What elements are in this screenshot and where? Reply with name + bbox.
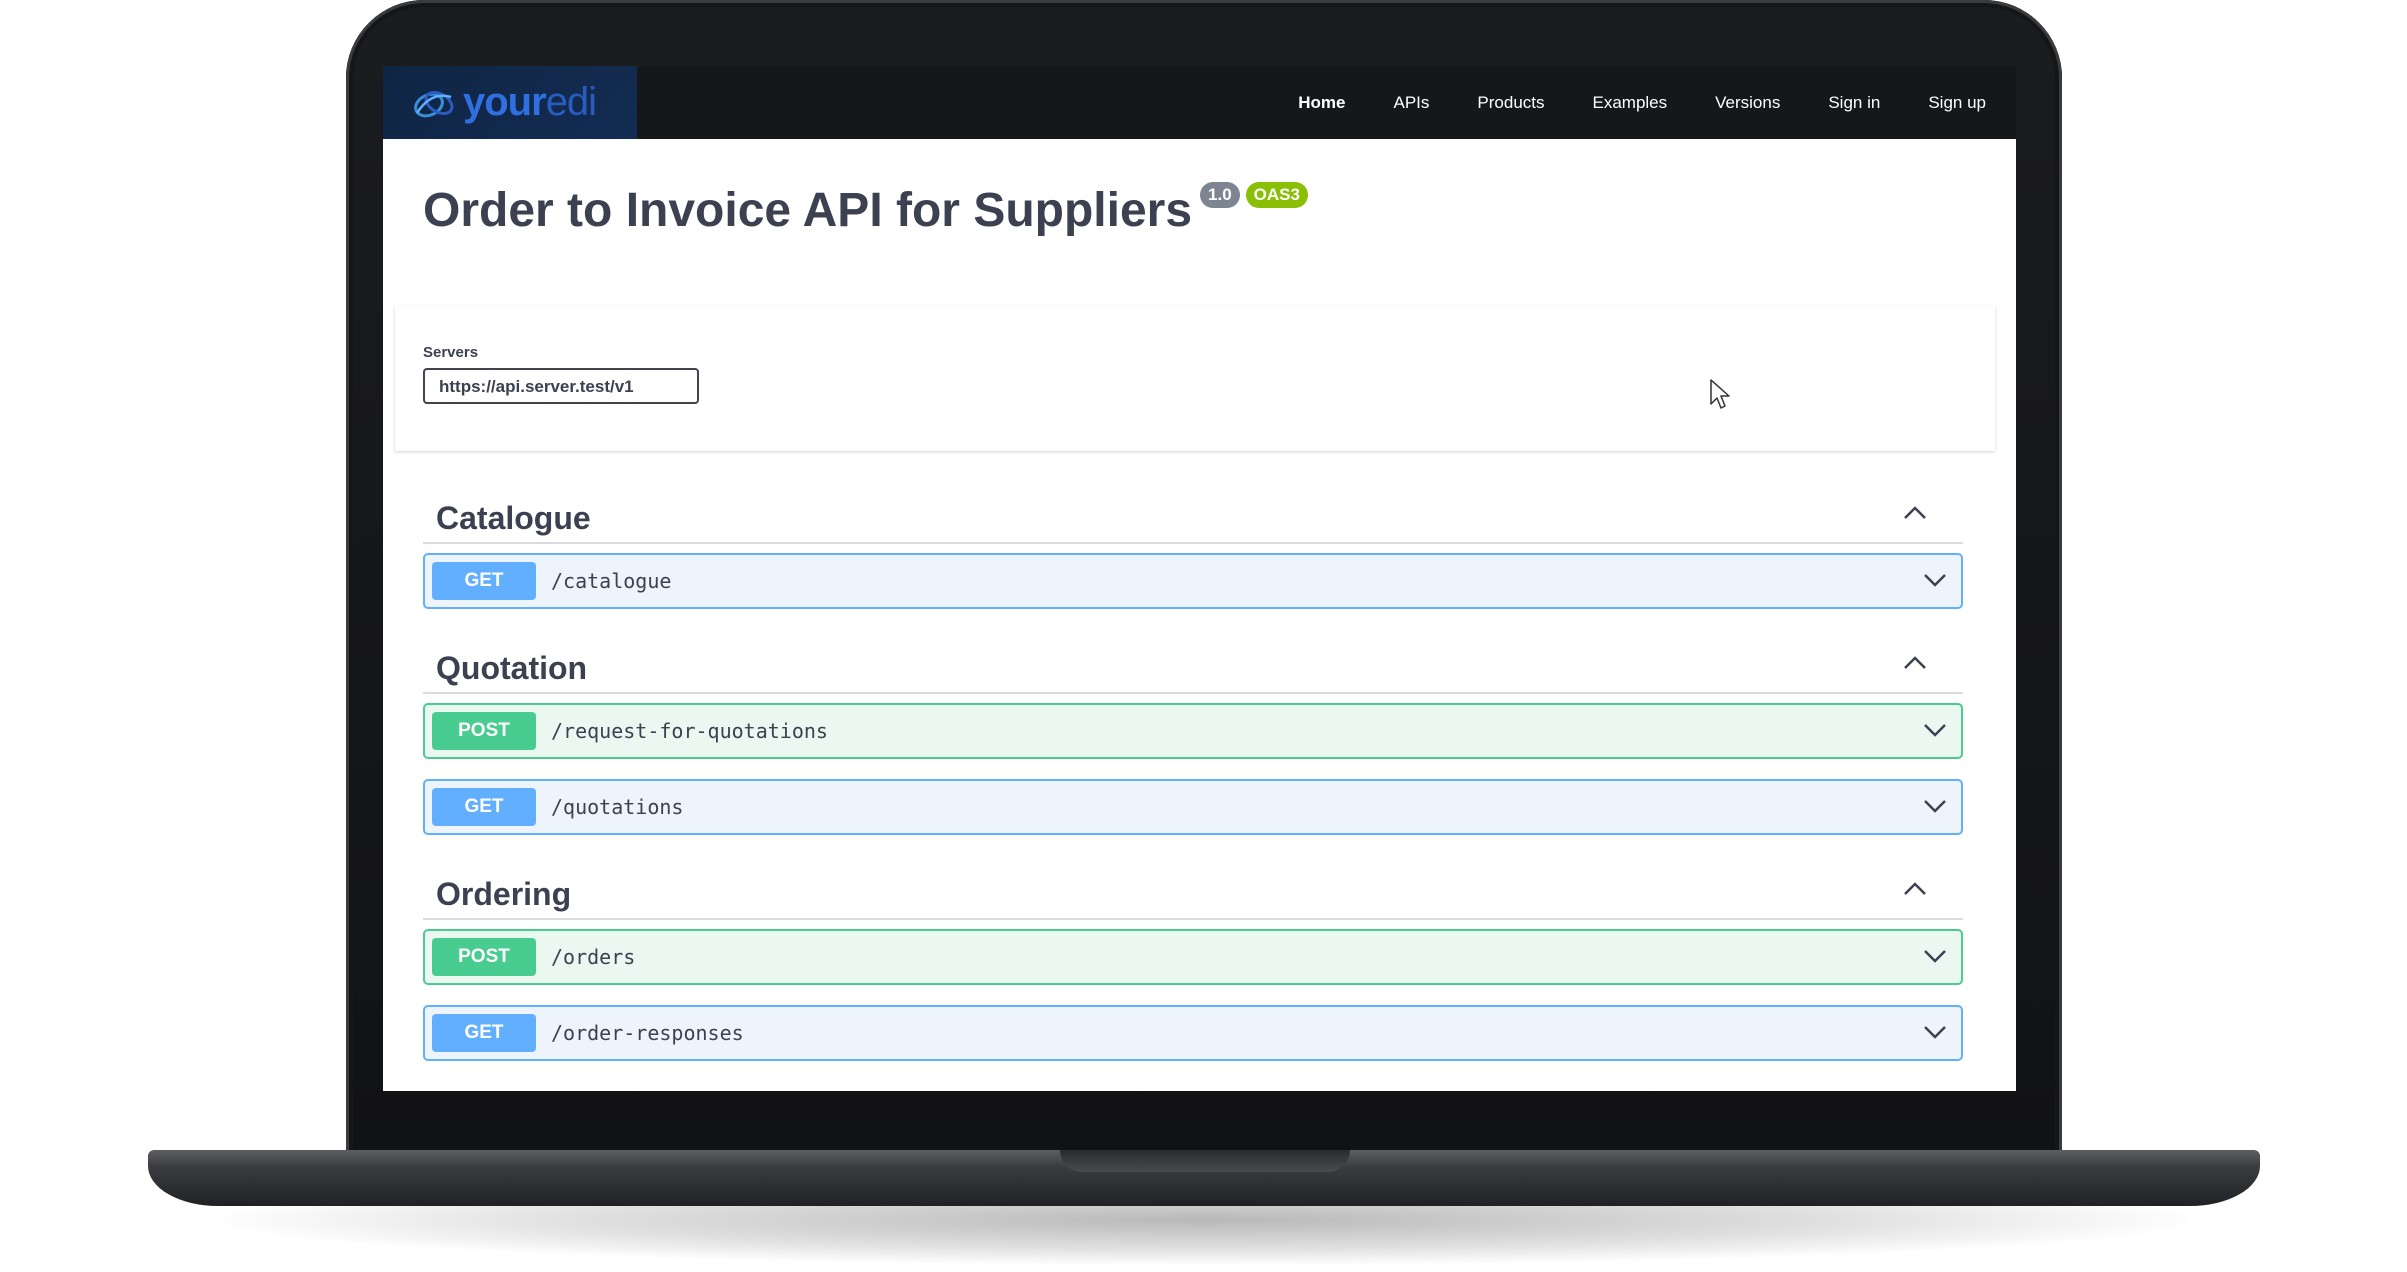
- chevron-up-icon[interactable]: [1903, 656, 1927, 670]
- section-quotation[interactable]: Quotation: [423, 632, 1963, 694]
- operation-path: /quotations: [551, 795, 684, 819]
- nav-examples[interactable]: Examples: [1593, 93, 1668, 113]
- method-badge: GET: [432, 562, 536, 600]
- nav-versions[interactable]: Versions: [1715, 93, 1780, 113]
- servers-panel: Servers https://api.server.test/v1: [395, 306, 1995, 451]
- servers-label: Servers: [423, 344, 479, 361]
- nav-apis[interactable]: APIs: [1394, 93, 1430, 113]
- logo[interactable]: youredi: [383, 66, 637, 139]
- nav-sign-up[interactable]: Sign up: [1928, 93, 1986, 113]
- operation-path: /catalogue: [551, 569, 672, 593]
- operation-path: /orders: [551, 945, 636, 969]
- version-badge: 1.0: [1200, 182, 1240, 208]
- chevron-down-icon[interactable]: [1923, 572, 1947, 588]
- laptop-screen: youredi Home APIs Products Examples Vers…: [383, 66, 2016, 1091]
- servers-select[interactable]: https://api.server.test/v1: [423, 368, 699, 404]
- chevron-down-icon[interactable]: [1923, 948, 1947, 964]
- operation-path: /order-responses: [551, 1021, 744, 1045]
- operation-path: /request-for-quotations: [551, 719, 828, 743]
- operation-get-catalogue[interactable]: GET /catalogue: [423, 553, 1963, 609]
- main-nav: Home APIs Products Examples Versions Sig…: [1250, 66, 1986, 139]
- chevron-down-icon[interactable]: [1923, 798, 1947, 814]
- operation-get-order-responses[interactable]: GET /order-responses: [423, 1005, 1963, 1061]
- page-title: Order to Invoice API for Suppliers: [423, 184, 1193, 237]
- method-badge: GET: [432, 788, 536, 826]
- method-badge: GET: [432, 1014, 536, 1052]
- nav-home[interactable]: Home: [1298, 93, 1345, 113]
- section-catalogue[interactable]: Catalogue: [423, 482, 1963, 544]
- chevron-down-icon[interactable]: [1923, 1024, 1947, 1040]
- nav-sign-in[interactable]: Sign in: [1828, 93, 1880, 113]
- logo-icon: [414, 90, 454, 117]
- operation-post-request-for-quotations[interactable]: POST /request-for-quotations: [423, 703, 1963, 759]
- chevron-up-icon[interactable]: [1903, 506, 1927, 520]
- section-title: Catalogue: [436, 500, 591, 536]
- method-badge: POST: [432, 712, 536, 750]
- logo-text: youredi: [463, 80, 597, 124]
- operation-get-quotations[interactable]: GET /quotations: [423, 779, 1963, 835]
- chevron-down-icon[interactable]: [1923, 722, 1947, 738]
- nav-products[interactable]: Products: [1477, 93, 1544, 113]
- operation-post-orders[interactable]: POST /orders: [423, 929, 1963, 985]
- mouse-pointer-icon: [1710, 379, 1730, 409]
- oas-badge: OAS3: [1245, 182, 1308, 208]
- method-badge: POST: [432, 938, 536, 976]
- laptop-notch: [1060, 1150, 1350, 1172]
- top-navigation-bar: youredi Home APIs Products Examples Vers…: [383, 66, 2016, 139]
- section-title: Ordering: [436, 876, 572, 912]
- api-title-row: Order to Invoice API for Suppliers 1.0 O…: [423, 182, 1308, 240]
- section-title: Quotation: [436, 650, 588, 686]
- section-ordering[interactable]: Ordering: [423, 858, 1963, 920]
- chevron-up-icon[interactable]: [1903, 882, 1927, 896]
